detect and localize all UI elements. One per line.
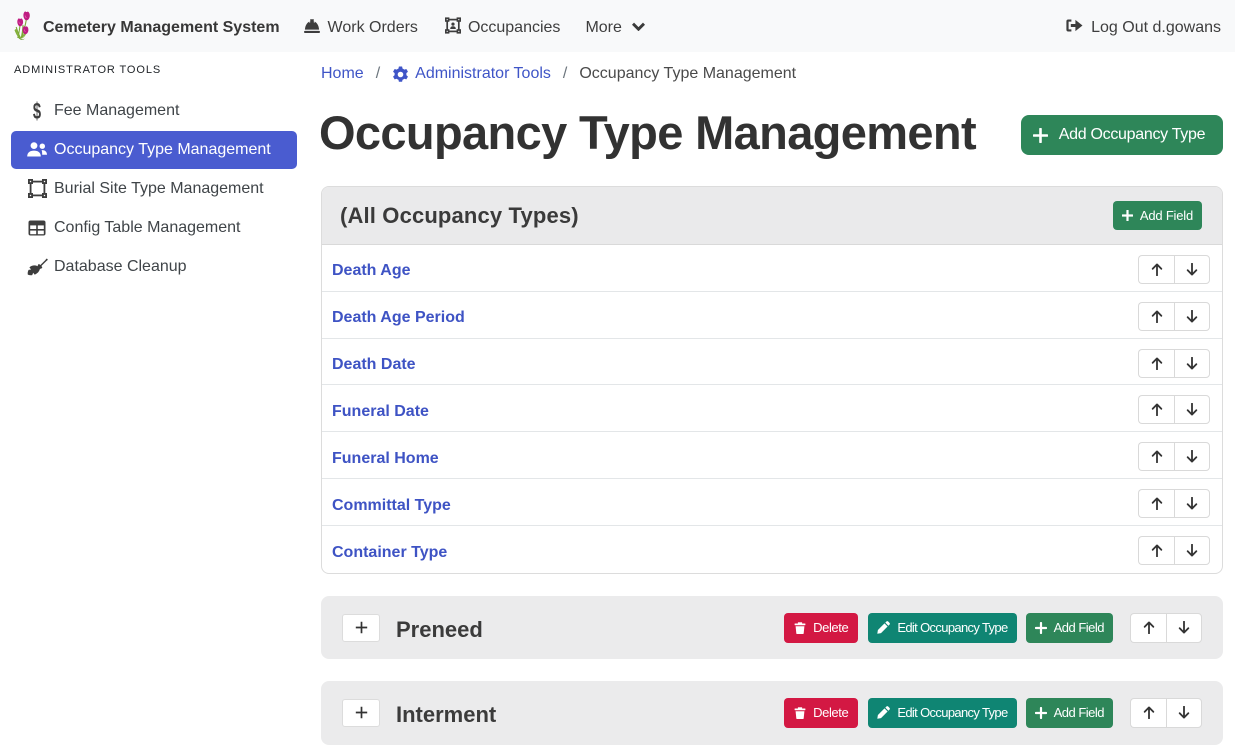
- svg-text:$: $: [33, 100, 41, 121]
